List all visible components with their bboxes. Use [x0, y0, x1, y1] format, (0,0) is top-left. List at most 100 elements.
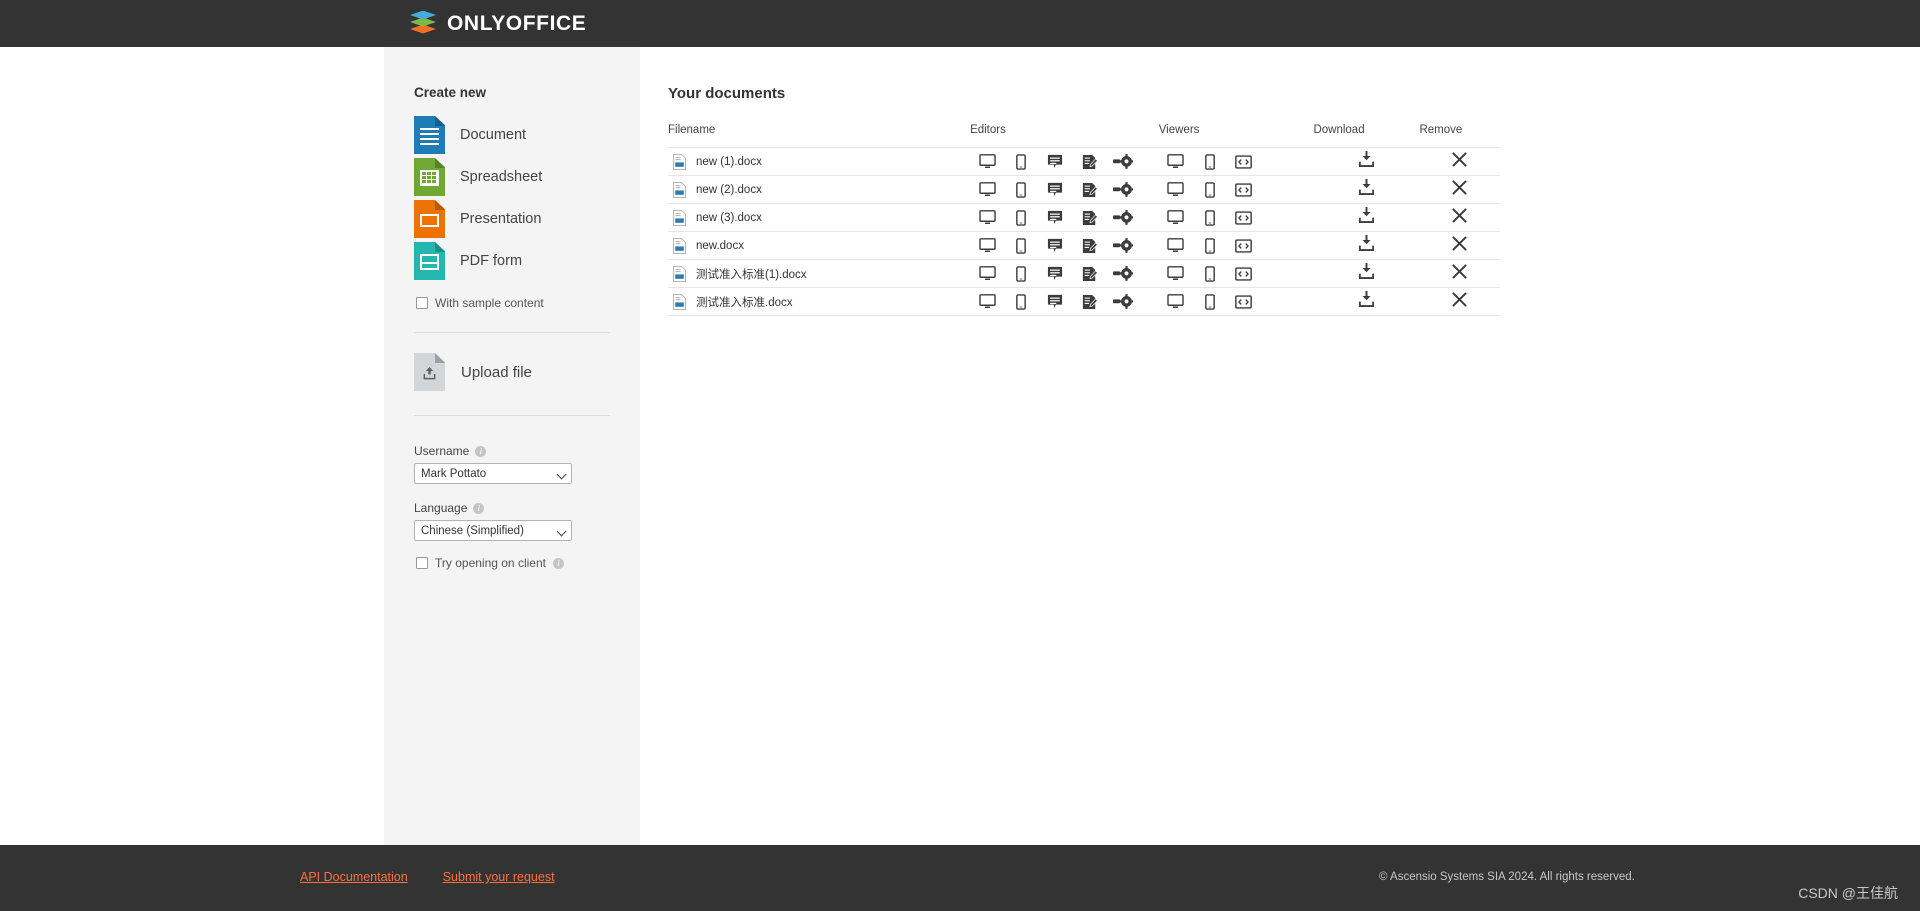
embedded-viewer-icon[interactable]	[1227, 154, 1261, 169]
desktop-viewer-icon[interactable]	[1159, 238, 1193, 253]
download-icon[interactable]	[1313, 235, 1419, 251]
mobile-viewer-icon[interactable]	[1193, 293, 1227, 310]
spreadsheet-file-icon	[414, 158, 445, 196]
onlyoffice-logo-icon	[410, 10, 436, 37]
custom-gear-editor-icon[interactable]	[1106, 154, 1140, 169]
try-opening-on-client-checkbox[interactable]	[416, 557, 428, 569]
mobile-viewer-icon[interactable]	[1193, 237, 1227, 254]
download-cell	[1313, 176, 1419, 204]
remove-x-icon[interactable]	[1419, 263, 1500, 279]
remove-x-icon[interactable]	[1419, 235, 1500, 251]
embedded-viewer-icon[interactable]	[1227, 294, 1261, 309]
review-editor-icon[interactable]	[1072, 154, 1106, 170]
review-editor-icon[interactable]	[1072, 238, 1106, 254]
custom-gear-editor-icon[interactable]	[1106, 266, 1140, 281]
comment-editor-icon[interactable]	[1038, 294, 1072, 309]
with-sample-content-row[interactable]: With sample content	[416, 296, 610, 310]
app-page: ONLYOFFICE Create new Document Spreadshe…	[0, 0, 1920, 911]
mobile-editor-icon[interactable]	[1004, 153, 1038, 170]
custom-gear-editor-icon[interactable]	[1106, 294, 1140, 309]
comment-editor-icon[interactable]	[1038, 266, 1072, 281]
custom-gear-editor-icon[interactable]	[1106, 210, 1140, 225]
mobile-editor-icon[interactable]	[1004, 265, 1038, 282]
comment-editor-icon[interactable]	[1038, 238, 1072, 253]
filename-text: new (3).docx	[696, 211, 762, 224]
remove-x-icon[interactable]	[1419, 207, 1500, 223]
filename-cell: new (2).docx	[668, 176, 970, 204]
upload-file-button[interactable]: Upload file	[414, 353, 610, 391]
remove-x-icon[interactable]	[1419, 179, 1500, 195]
desktop-viewer-icon[interactable]	[1159, 210, 1193, 225]
remove-x-icon[interactable]	[1419, 291, 1500, 307]
download-icon[interactable]	[1313, 263, 1419, 279]
embedded-viewer-icon[interactable]	[1227, 266, 1261, 281]
language-select[interactable]: Chinese (Simplified)	[414, 520, 572, 541]
mobile-viewer-icon[interactable]	[1193, 265, 1227, 282]
create-presentation-button[interactable]: Presentation	[414, 198, 610, 240]
desktop-editor-icon[interactable]	[970, 210, 1004, 225]
editors-cell	[970, 176, 1159, 204]
viewers-cell	[1159, 260, 1314, 288]
create-spreadsheet-button[interactable]: Spreadsheet	[414, 156, 610, 198]
info-icon[interactable]: i	[473, 502, 485, 514]
create-pdf-form-button[interactable]: PDF form	[414, 240, 610, 282]
mobile-editor-icon[interactable]	[1004, 237, 1038, 254]
mobile-viewer-icon[interactable]	[1193, 181, 1227, 198]
docx-file-icon	[673, 293, 686, 310]
review-editor-icon[interactable]	[1072, 294, 1106, 310]
desktop-viewer-icon[interactable]	[1159, 182, 1193, 197]
remove-cell	[1419, 148, 1500, 176]
mobile-editor-icon[interactable]	[1004, 181, 1038, 198]
csdn-watermark: CSDN @王佳航	[1798, 885, 1898, 901]
table-row: 测试准入标准(1).docx	[668, 260, 1500, 288]
desktop-editor-icon[interactable]	[970, 266, 1004, 281]
download-icon[interactable]	[1313, 179, 1419, 195]
documents-table-body: new (1).docx new (2).docx new (3).docx new.…	[668, 147, 1500, 316]
info-icon[interactable]: i	[475, 445, 487, 457]
desktop-viewer-icon[interactable]	[1159, 154, 1193, 169]
remove-cell	[1419, 288, 1500, 316]
info-icon[interactable]: i	[552, 557, 564, 569]
desktop-viewer-icon[interactable]	[1159, 294, 1193, 309]
review-editor-icon[interactable]	[1072, 182, 1106, 198]
review-editor-icon[interactable]	[1072, 266, 1106, 282]
mobile-editor-icon[interactable]	[1004, 293, 1038, 310]
comment-editor-icon[interactable]	[1038, 182, 1072, 197]
custom-gear-editor-icon[interactable]	[1106, 182, 1140, 197]
brand-logo[interactable]: ONLYOFFICE	[410, 10, 586, 37]
mobile-editor-icon[interactable]	[1004, 209, 1038, 226]
desktop-editor-icon[interactable]	[970, 154, 1004, 169]
api-documentation-link[interactable]: API Documentation	[300, 870, 408, 884]
download-icon[interactable]	[1313, 151, 1419, 167]
submit-your-request-link[interactable]: Submit your request	[443, 870, 555, 884]
with-sample-content-checkbox[interactable]	[416, 297, 428, 309]
with-sample-content-label: With sample content	[435, 296, 544, 310]
mobile-viewer-icon[interactable]	[1193, 209, 1227, 226]
download-icon[interactable]	[1313, 207, 1419, 223]
table-row: 测试准入标准.docx	[668, 288, 1500, 316]
comment-editor-icon[interactable]	[1038, 154, 1072, 169]
download-icon[interactable]	[1313, 291, 1419, 307]
table-row: new (1).docx	[668, 147, 1500, 176]
embedded-viewer-icon[interactable]	[1227, 182, 1261, 197]
embedded-viewer-icon[interactable]	[1227, 238, 1261, 253]
desktop-editor-icon[interactable]	[970, 182, 1004, 197]
desktop-editor-icon[interactable]	[970, 294, 1004, 309]
upload-file-icon	[414, 353, 445, 391]
download-cell	[1313, 232, 1419, 260]
chevron-down-icon	[556, 469, 567, 480]
review-editor-icon[interactable]	[1072, 210, 1106, 226]
create-document-label: Document	[460, 127, 527, 143]
desktop-editor-icon[interactable]	[970, 238, 1004, 253]
mobile-viewer-icon[interactable]	[1193, 153, 1227, 170]
username-select[interactable]: Mark Pottato	[414, 463, 572, 484]
embedded-viewer-icon[interactable]	[1227, 210, 1261, 225]
create-document-button[interactable]: Document	[414, 114, 610, 156]
comment-editor-icon[interactable]	[1038, 210, 1072, 225]
try-opening-on-client-row[interactable]: Try opening on client i	[416, 556, 610, 570]
remove-x-icon[interactable]	[1419, 151, 1500, 167]
custom-gear-editor-icon[interactable]	[1106, 238, 1140, 253]
docx-file-icon	[673, 265, 686, 282]
desktop-viewer-icon[interactable]	[1159, 266, 1193, 281]
viewers-cell	[1159, 176, 1314, 204]
